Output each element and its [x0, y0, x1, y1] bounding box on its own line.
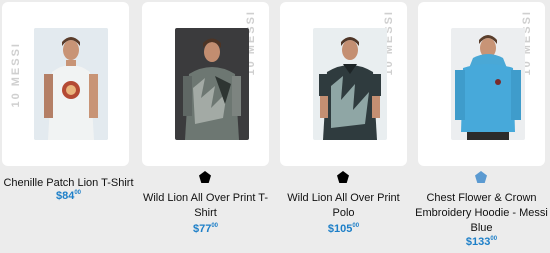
product-photo[interactable] — [34, 28, 108, 140]
product-title[interactable]: Wild Lion All Over Print Polo — [275, 191, 412, 221]
person-illustration — [175, 28, 249, 140]
price-cents: 00 — [490, 236, 498, 242]
price-main: $84 — [55, 190, 75, 202]
price-main: $105 — [327, 223, 353, 235]
product-price: $10500 — [275, 223, 412, 235]
person-illustration — [313, 28, 387, 140]
product-title[interactable]: Chest Flower & Crown Embroidery Hoodie -… — [413, 191, 550, 236]
product-card[interactable]: 10 MESSI Chest Flower & Crown Embroidery… — [413, 0, 550, 253]
color-swatch[interactable] — [198, 170, 212, 184]
product-image-frame[interactable]: 10 MESSI — [418, 2, 545, 166]
price-cents: 00 — [352, 223, 360, 229]
price-cents: 00 — [211, 223, 219, 229]
product-card[interactable]: 10 MESSI Wild Lion All Over Print T-Shir… — [137, 0, 274, 253]
brand-watermark: 10 MESSI — [10, 42, 22, 108]
product-card[interactable]: 10 MESSI Chenille Patch Lion T-Shirt $84… — [0, 0, 137, 253]
pentagon-swatch-icon — [337, 171, 349, 183]
product-price: $13300 — [413, 236, 550, 248]
price-main: $133 — [465, 236, 491, 248]
color-swatch[interactable] — [474, 170, 488, 184]
pentagon-swatch-icon — [199, 171, 211, 183]
product-photo[interactable] — [451, 28, 525, 140]
product-image-frame[interactable]: 10 MESSI — [2, 2, 129, 166]
price-cents: 00 — [74, 190, 82, 196]
product-image-frame[interactable]: 10 MESSI — [142, 2, 269, 166]
pentagon-swatch-icon — [475, 171, 487, 183]
price-main: $77 — [192, 223, 212, 235]
product-title[interactable]: Wild Lion All Over Print T-Shirt — [137, 191, 274, 221]
person-illustration — [34, 28, 108, 140]
color-swatch[interactable] — [336, 170, 350, 184]
product-photo[interactable] — [313, 28, 387, 140]
product-price: $8400 — [0, 190, 137, 202]
product-image-frame[interactable]: 10 MESSI — [280, 2, 407, 166]
product-price: $7700 — [137, 223, 274, 235]
product-photo[interactable] — [175, 28, 249, 140]
person-illustration — [451, 28, 525, 140]
product-title[interactable]: Chenille Patch Lion T-Shirt — [0, 176, 137, 191]
product-card[interactable]: 10 MESSI Wild Lion All Over Print Polo $… — [275, 0, 412, 253]
